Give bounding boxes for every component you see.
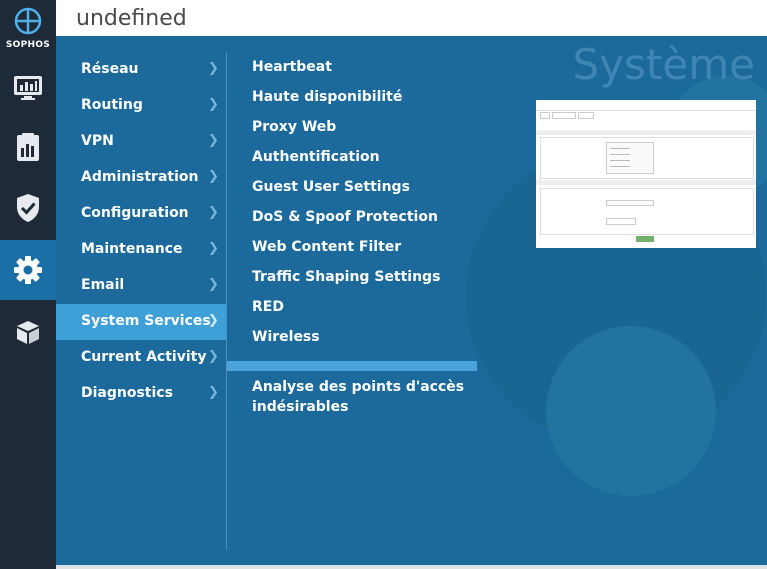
left-rail: SOPHOS <box>0 0 56 569</box>
rail-reports[interactable] <box>0 118 56 178</box>
chevron-right-icon: ❯ <box>208 277 219 292</box>
menu-category-administration[interactable]: Administration ❯ <box>56 160 226 196</box>
system-menu-panel: Système Réseau ❯ Routing ❯ VPN ❯ Adminis… <box>56 36 767 565</box>
menu-category-label: Diagnostics <box>81 385 173 401</box>
submenu-wireless[interactable]: Wireless <box>252 327 320 347</box>
menu-divider <box>226 52 227 550</box>
menu-category-label: Email <box>81 277 125 293</box>
submenu-highlight-bar <box>227 361 477 371</box>
monitor-icon <box>14 76 42 100</box>
menu-category-label: Réseau <box>81 61 139 77</box>
menu-category-label: System Services <box>81 313 211 329</box>
rail-protect[interactable] <box>0 178 56 238</box>
chevron-right-icon: ❯ <box>208 205 219 220</box>
box-icon <box>17 321 39 344</box>
sophos-logo[interactable]: SOPHOS <box>0 0 56 60</box>
menu-category-label: Administration <box>81 169 199 185</box>
menu-category-email[interactable]: Email ❯ <box>56 268 226 304</box>
chevron-right-icon: ❯ <box>208 133 219 148</box>
menu-category-current-activity[interactable]: Current Activity ❯ <box>56 340 226 376</box>
rail-packages[interactable] <box>0 302 56 362</box>
menu-category-system-services[interactable]: System Services ❯ <box>56 304 226 340</box>
menu-category-diagnostics[interactable]: Diagnostics ❯ <box>56 376 226 412</box>
rail-configure[interactable] <box>0 240 56 300</box>
brand-text: SOPHOS <box>5 40 51 50</box>
submenu-authentication[interactable]: Authentification <box>252 147 380 167</box>
menu-category-reseau[interactable]: Réseau ❯ <box>56 52 226 88</box>
menu-category-label: Routing <box>81 97 143 113</box>
submenu-rogue-ap-scan[interactable]: Analyse des points d'accès indésirables <box>252 377 467 417</box>
shield-check-icon <box>17 194 39 222</box>
submenu-traffic-shaping-settings[interactable]: Traffic Shaping Settings <box>252 267 440 287</box>
chevron-right-icon: ❯ <box>208 61 219 76</box>
report-icon <box>17 133 39 161</box>
submenu-heartbeat[interactable]: Heartbeat <box>252 57 332 77</box>
chevron-right-icon: ❯ <box>208 313 219 328</box>
chevron-right-icon: ❯ <box>208 241 219 256</box>
chevron-right-icon: ❯ <box>208 97 219 112</box>
menu-category-label: VPN <box>81 133 114 149</box>
submenu-dos-spoof-protection[interactable]: DoS & Spoof Protection <box>252 207 438 227</box>
section-watermark: Système <box>572 40 755 89</box>
submenu-web-proxy[interactable]: Proxy Web <box>252 117 336 137</box>
submenu-web-content-filter[interactable]: Web Content Filter <box>252 237 401 257</box>
chevron-right-icon: ❯ <box>208 169 219 184</box>
chevron-right-icon: ❯ <box>208 349 219 364</box>
bottom-strip <box>56 565 767 569</box>
menu-category-maintenance[interactable]: Maintenance ❯ <box>56 232 226 268</box>
submenu-high-availability[interactable]: Haute disponibilité <box>252 87 402 107</box>
page-header: undefined <box>56 0 767 36</box>
gear-icon <box>14 256 42 284</box>
menu-category-routing[interactable]: Routing ❯ <box>56 88 226 124</box>
page-title: undefined <box>76 6 187 31</box>
menu-category-label: Maintenance <box>81 241 183 257</box>
rail-monitor[interactable] <box>0 58 56 118</box>
submenu-red[interactable]: RED <box>252 297 284 317</box>
chevron-right-icon: ❯ <box>208 385 219 400</box>
page-preview-thumbnail <box>536 100 756 248</box>
background-gear-shape <box>546 326 716 496</box>
globe-icon <box>14 7 42 35</box>
menu-category-label: Current Activity <box>81 349 207 365</box>
menu-category-configuration[interactable]: Configuration ❯ <box>56 196 226 232</box>
menu-category-vpn[interactable]: VPN ❯ <box>56 124 226 160</box>
submenu-guest-user-settings[interactable]: Guest User Settings <box>252 177 410 197</box>
menu-category-label: Configuration <box>81 205 189 221</box>
